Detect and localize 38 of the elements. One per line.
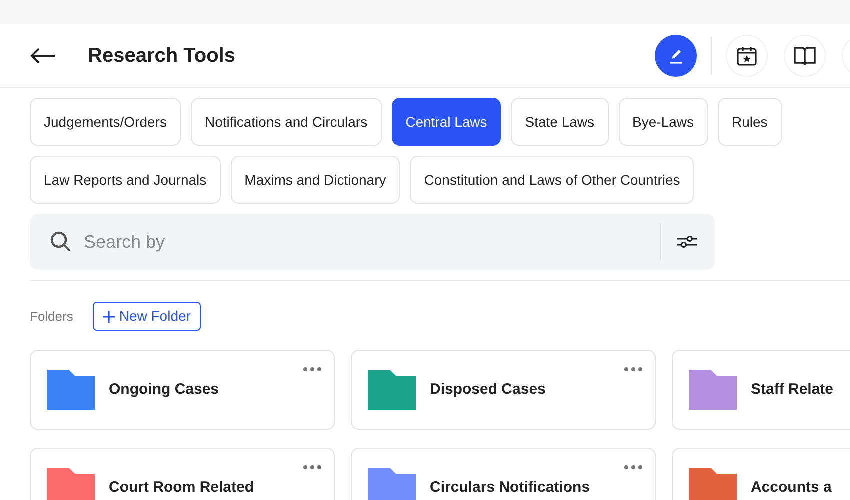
book-icon	[793, 44, 817, 66]
folder-name: Circulars Notifications	[430, 478, 590, 498]
filter-chip[interactable]: Notifications and Circulars	[190, 98, 382, 146]
filter-chip[interactable]: Rules	[718, 98, 782, 146]
book-button[interactable]	[784, 34, 826, 76]
filter-chip[interactable]: Bye-Laws	[618, 98, 708, 146]
more-options-icon[interactable]	[303, 465, 322, 470]
folder-card[interactable]: Court Room Related	[30, 448, 335, 500]
filter-chip[interactable]: State Laws	[511, 98, 609, 146]
more-options-icon[interactable]	[303, 367, 322, 372]
folder-card[interactable]: Circulars Notifications	[351, 448, 656, 500]
folder-card[interactable]: Staff Relate	[672, 350, 850, 430]
page-title: Research Tools	[88, 44, 236, 68]
filter-chip[interactable]: Constitution and Laws of Other Countries	[410, 156, 694, 204]
back-arrow-icon[interactable]	[30, 48, 56, 64]
filter-chip[interactable]: Maxims and Dictionary	[230, 156, 400, 204]
new-folder-button[interactable]: New Folder	[93, 302, 201, 331]
filter-chip[interactable]: Judgements/Orders	[30, 98, 181, 146]
search-bar[interactable]: Search by	[30, 214, 715, 270]
folder-name: Accounts a	[751, 478, 832, 498]
more-options-icon[interactable]	[624, 367, 643, 372]
folder-card[interactable]: Ongoing Cases	[30, 350, 335, 430]
folder-name: Ongoing Cases	[109, 380, 220, 400]
more-options-icon[interactable]	[624, 465, 643, 470]
search-field[interactable]: Search by	[82, 228, 660, 256]
edit-button[interactable]	[655, 34, 697, 76]
folder-card[interactable]: Disposed Cases	[351, 350, 656, 430]
folder-name: Disposed Cases	[430, 380, 546, 400]
folder-card[interactable]: Accounts a	[672, 448, 850, 500]
filter-chip[interactable]: Law Reports and Journals	[30, 156, 221, 204]
plus-icon	[103, 310, 116, 322]
filter-icon[interactable]	[676, 234, 698, 250]
filter-chip[interactable]: Central Laws	[392, 98, 502, 146]
calendar-button[interactable]	[726, 34, 768, 76]
search-icon	[50, 231, 72, 253]
folder-name: Staff Relate	[751, 380, 834, 400]
folder-name: Court Room Related	[109, 478, 254, 498]
folders-label: Folders	[30, 308, 74, 326]
